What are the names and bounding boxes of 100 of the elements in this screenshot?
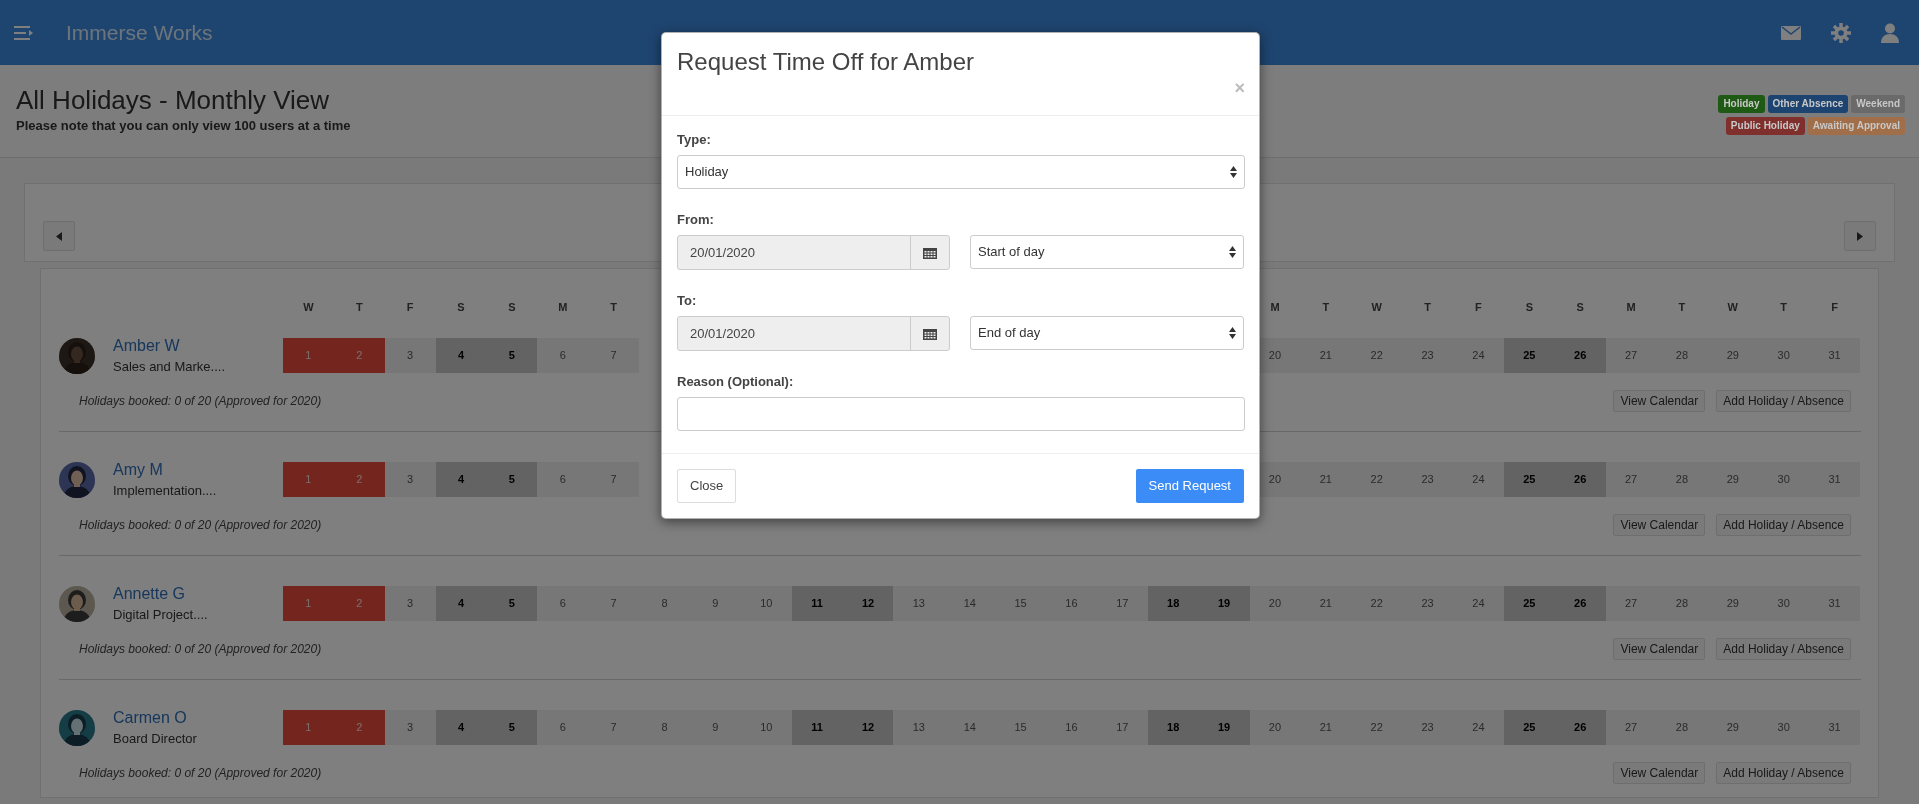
user-name-link[interactable]: Amy M — [113, 459, 217, 480]
select-field[interactable]: Holiday — [677, 155, 1245, 189]
day-cell: 20 — [1249, 586, 1301, 621]
day-cell: 9 — [689, 710, 741, 745]
calendar-action-button[interactable]: Add Holiday / Absence — [1716, 762, 1851, 784]
weekday-label: F — [1830, 299, 1839, 315]
user-icon[interactable] — [1881, 22, 1899, 43]
day-cell: 3 — [384, 710, 436, 745]
select-field[interactable]: End of day — [970, 316, 1244, 350]
weekday-label: T — [1677, 299, 1687, 315]
weekday-label: M — [1625, 299, 1637, 315]
day-cell: 23 — [1402, 586, 1454, 621]
calendar-action-button[interactable]: View Calendar — [1613, 514, 1706, 536]
day-cell: 3 — [384, 338, 436, 373]
date-field[interactable]: 20/01/2020 — [677, 316, 950, 351]
select-arrows-icon — [1230, 166, 1237, 178]
calendar-action-button[interactable]: Add Holiday / Absence — [1716, 390, 1851, 412]
day-cell: 31 — [1809, 462, 1860, 497]
close-dialog-button[interactable]: Close — [677, 469, 737, 503]
calendar-action-button[interactable]: Add Holiday / Absence — [1716, 638, 1851, 660]
day-cell: 5 — [486, 338, 538, 373]
day-cell: 26 — [1554, 586, 1606, 621]
day-cell: 21 — [1300, 586, 1352, 621]
day-cell: 25 — [1503, 710, 1555, 745]
day-cell: 28 — [1656, 338, 1708, 373]
date-value: 20/01/2020 — [689, 243, 757, 262]
day-cell: 30 — [1758, 338, 1810, 373]
user-role: Digital Project.... — [113, 605, 208, 624]
menu-icon[interactable] — [14, 24, 34, 41]
date-field[interactable]: 20/01/2020 — [677, 235, 950, 270]
day-cell: 13 — [893, 710, 945, 745]
day-cell: 6 — [537, 586, 589, 621]
weekday-label: S — [507, 299, 517, 315]
weekday-label: T — [609, 299, 618, 315]
left-arrow-icon — [56, 231, 62, 241]
reason-input-field[interactable] — [677, 397, 1245, 431]
day-cell: 24 — [1453, 462, 1504, 497]
day-cell: 28 — [1656, 586, 1708, 621]
app-title: Immerse Works — [66, 19, 213, 46]
weekday-label: F — [405, 299, 415, 315]
day-cell: 19 — [1198, 710, 1250, 745]
day-cell: 4 — [435, 338, 487, 373]
day-cell: 27 — [1605, 338, 1657, 373]
weekday-label: S — [456, 299, 466, 315]
user-role: Board Director — [113, 729, 197, 748]
legend-badge: Other Absence — [1767, 95, 1849, 113]
weekday-label: S — [1575, 299, 1585, 315]
day-cell: 22 — [1351, 586, 1403, 621]
user-role: Sales and Marke.... — [113, 357, 225, 376]
legend-badge: Weekend — [1851, 95, 1905, 113]
weekday-label: M — [1269, 299, 1281, 315]
next-month-button[interactable] — [1844, 221, 1876, 251]
day-cell: 4 — [435, 710, 487, 745]
day-cell: 12 — [842, 710, 894, 745]
select-value: End of day — [978, 324, 1041, 343]
day-cell: 1 — [283, 338, 334, 373]
day-cell: 5 — [486, 462, 538, 497]
day-cell: 16 — [1046, 710, 1097, 745]
day-cell: 11 — [791, 586, 843, 621]
send-request-button[interactable]: Send Request — [1135, 469, 1244, 503]
select-field[interactable]: Start of day — [970, 235, 1244, 269]
holidays-booked-text: Holidays booked: 0 of 20 (Approved for 2020) — [79, 393, 322, 410]
day-cell: 22 — [1351, 710, 1403, 745]
mail-icon[interactable] — [1781, 25, 1801, 40]
previous-month-button[interactable] — [43, 221, 75, 251]
day-cell: 17 — [1096, 586, 1148, 621]
calendar-action-button[interactable]: Add Holiday / Absence — [1716, 514, 1851, 536]
day-cell: 5 — [486, 710, 538, 745]
user-name-link[interactable]: Amber W — [113, 335, 225, 356]
calendar-action-button[interactable]: View Calendar — [1613, 638, 1706, 660]
settings-icon[interactable] — [1831, 22, 1851, 43]
day-cell: 26 — [1554, 462, 1606, 497]
user-name-link[interactable]: Annette G — [113, 583, 208, 604]
weekday-label: T — [354, 299, 364, 315]
date-value: 20/01/2020 — [689, 324, 757, 343]
calendar-action-button[interactable]: View Calendar — [1613, 390, 1706, 412]
day-cell: 22 — [1351, 338, 1403, 373]
day-cell: 28 — [1656, 462, 1708, 497]
day-cell: 17 — [1096, 710, 1148, 745]
day-cell: 10 — [740, 710, 792, 745]
weekday-label: W — [302, 299, 315, 315]
field-label: To: — [677, 292, 698, 310]
weekday-label: M — [557, 299, 569, 315]
user-name-link[interactable]: Carmen O — [113, 707, 197, 728]
day-cell: 30 — [1758, 710, 1810, 745]
day-cell: 6 — [537, 462, 589, 497]
day-cell: 13 — [893, 586, 945, 621]
day-cell: 23 — [1402, 710, 1454, 745]
day-cell: 26 — [1554, 338, 1606, 373]
day-cell: 29 — [1707, 338, 1759, 373]
day-cell: 7 — [588, 462, 640, 497]
calendar-action-button[interactable]: View Calendar — [1613, 762, 1706, 784]
day-cell: 2 — [333, 338, 385, 373]
day-cell: 3 — [384, 586, 436, 621]
day-cell: 2 — [333, 710, 385, 745]
day-cell: 21 — [1300, 710, 1352, 745]
day-cell: 6 — [537, 338, 589, 373]
day-cell: 24 — [1453, 586, 1504, 621]
day-cell: 21 — [1300, 338, 1352, 373]
day-cell: 1 — [283, 462, 334, 497]
